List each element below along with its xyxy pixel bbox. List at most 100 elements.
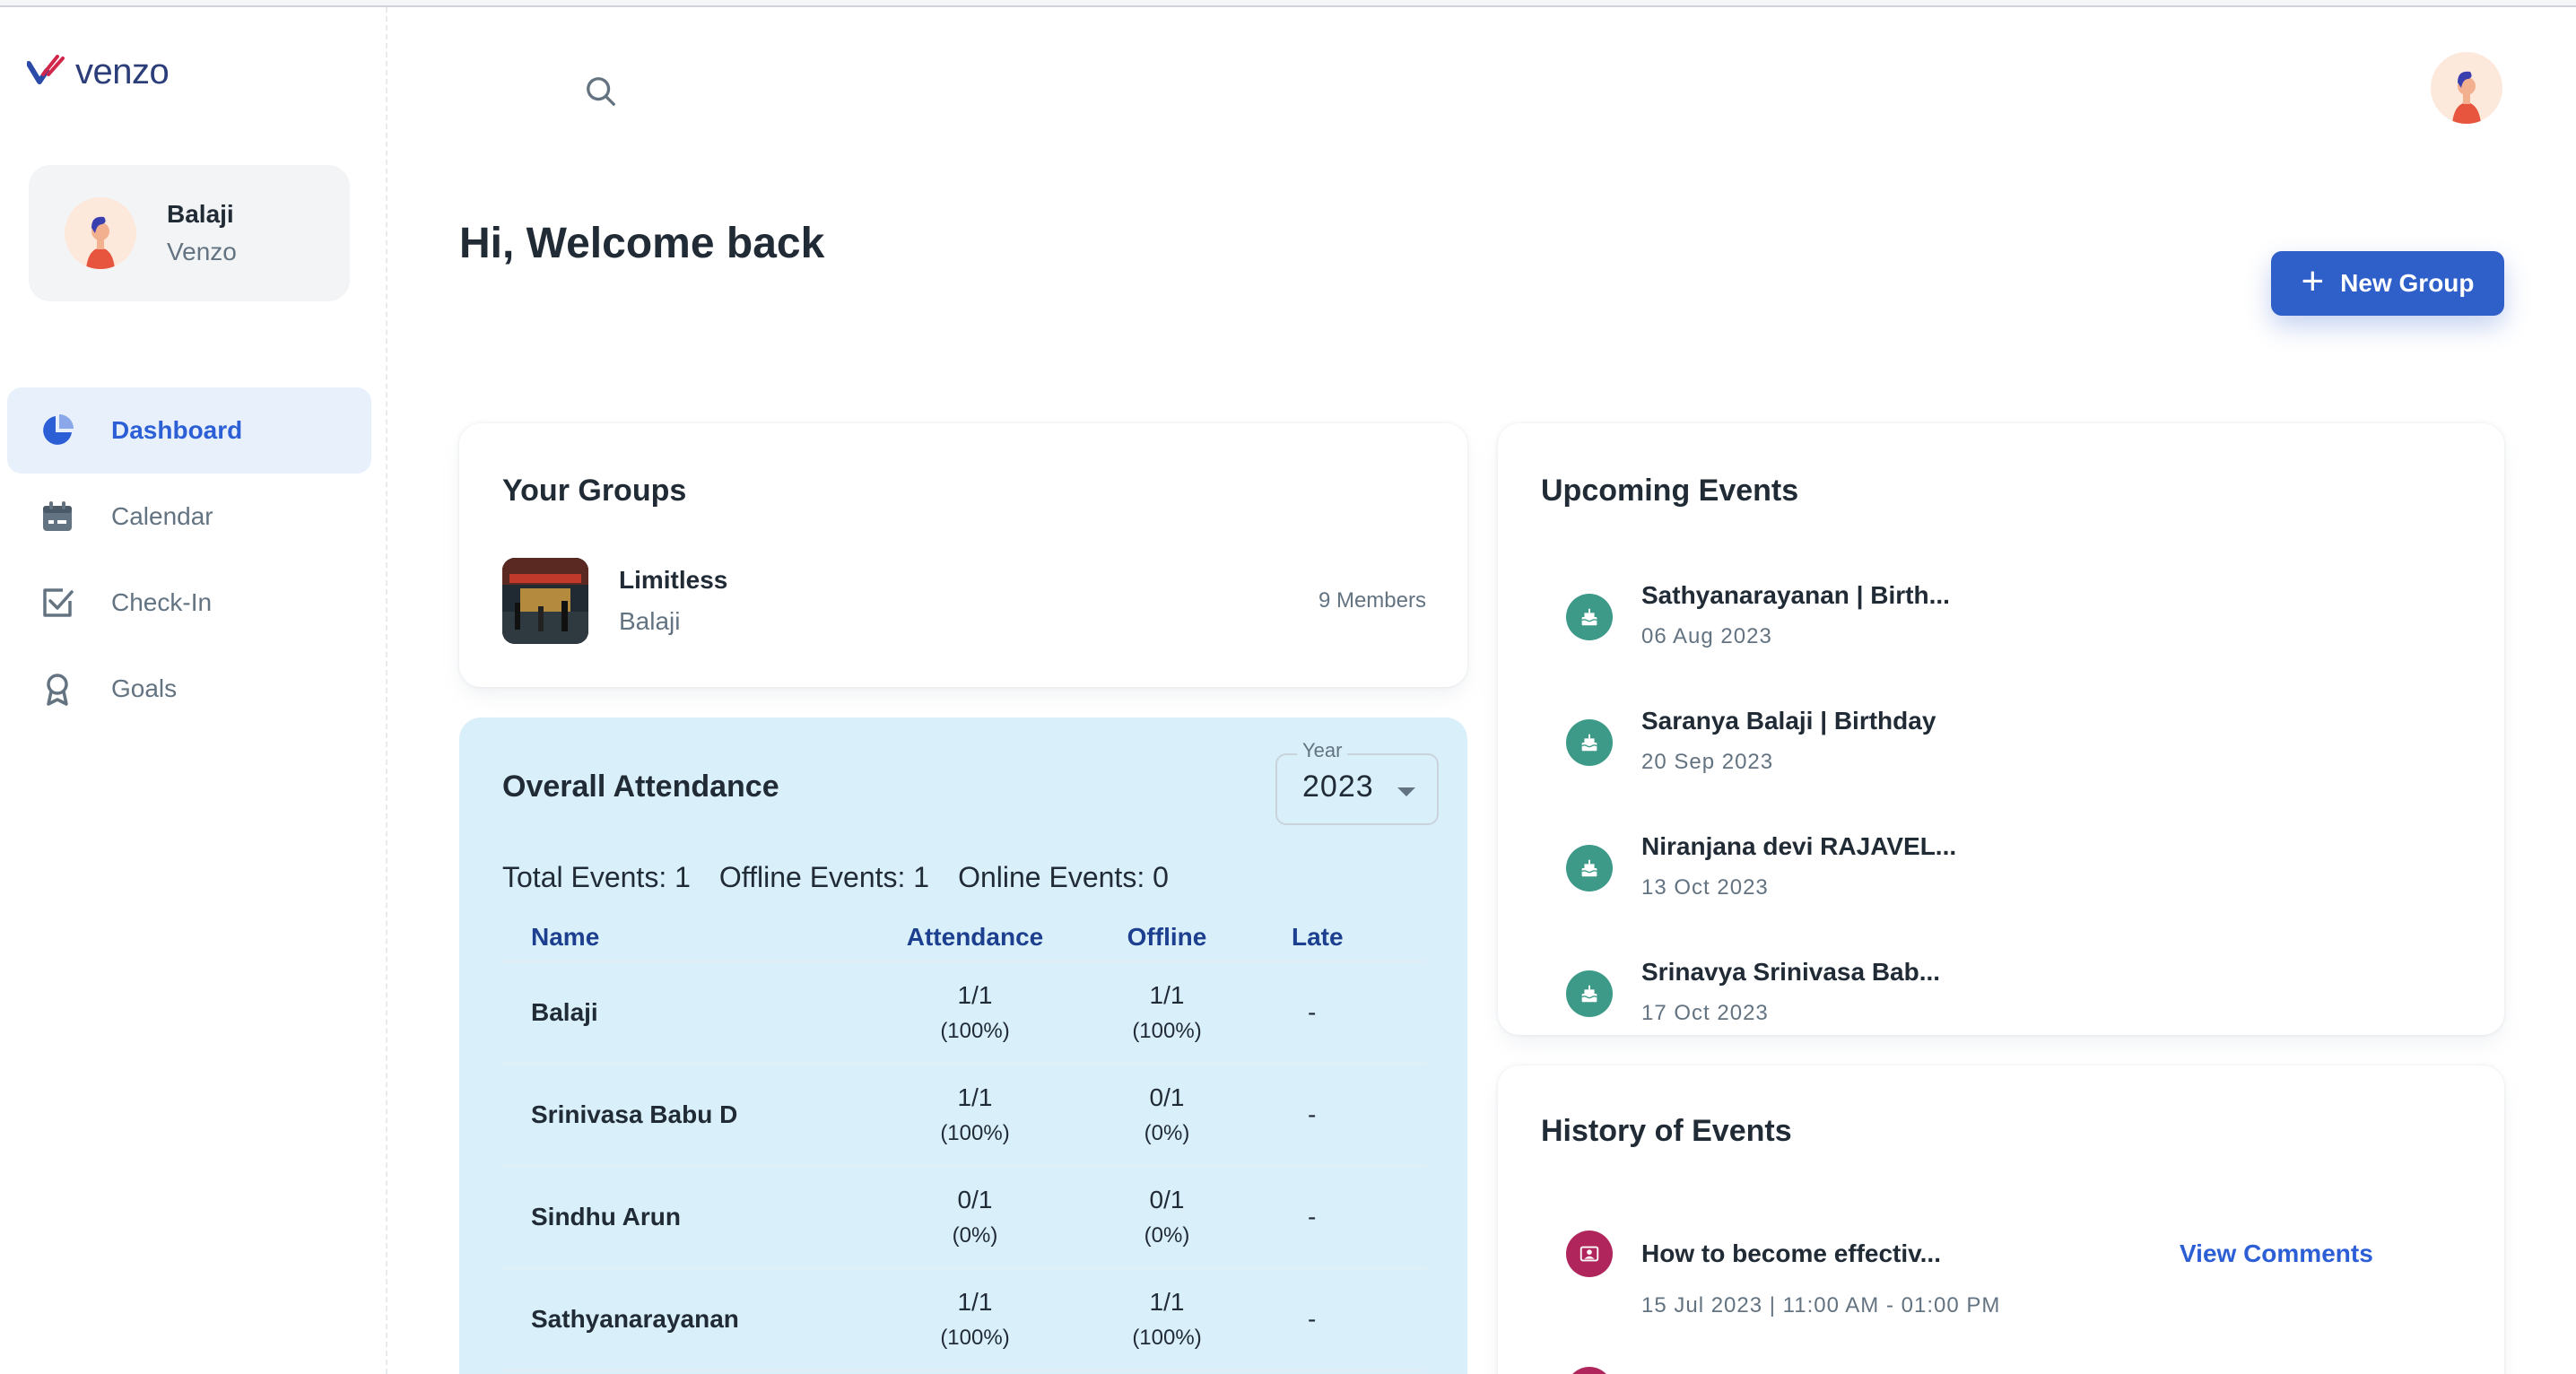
member-name: Sindhu Arun	[502, 1166, 879, 1269]
sidebar-nav: Dashboard Calendar Check-In Goals	[7, 387, 371, 732]
cake-icon	[1566, 594, 1613, 640]
top-border	[0, 0, 2576, 7]
video-meeting-icon	[1566, 1231, 1613, 1277]
late-value: -	[1263, 1064, 1426, 1167]
year-select-value: 2023	[1302, 770, 1374, 804]
overall-attendance-card: Overall Attendance Year 2023 Total Event…	[459, 717, 1467, 1374]
table-row: Balaji 1/1 (100%) 1/1 (100%) -	[502, 961, 1426, 1065]
event-title: Saranya Balaji | Birthday	[1641, 707, 1936, 735]
checkbox-icon	[39, 585, 75, 621]
your-groups-card: Your Groups Limitless Balaji 9 Members	[459, 423, 1467, 687]
event-date: 20 Sep 2023	[1641, 750, 1774, 774]
offline-value: 1/1	[1149, 1288, 1185, 1316]
member-name: Sathyanarayanan	[502, 1268, 879, 1371]
caret-down-icon	[1397, 787, 1415, 796]
group-member-count: 9 Members	[1318, 588, 1426, 613]
sidebar-item-dashboard[interactable]: Dashboard	[7, 387, 371, 474]
offline-value: 0/1	[1149, 1186, 1185, 1213]
sidebar-item-goals[interactable]: Goals	[7, 646, 371, 732]
sidebar-item-check-in[interactable]: Check-In	[7, 560, 371, 646]
group-owner: Balaji	[619, 607, 681, 635]
upcoming-events-list: Sathyanarayanan | Birth... 06 Aug 2023 S…	[1566, 581, 2463, 1035]
online-events-stat: Online Events: 0	[958, 861, 1169, 893]
event-date: 06 Aug 2023	[1641, 624, 1772, 648]
year-select[interactable]: Year 2023	[1275, 739, 1439, 825]
late-value: -	[1263, 1268, 1426, 1371]
event-title: Srinavya Srinivasa Bab...	[1641, 958, 1941, 986]
avatar	[2431, 52, 2502, 124]
attendance-stats: Total Events: 1 Offline Events: 1 Online…	[502, 861, 1169, 894]
attendance-percent: (100%)	[940, 1019, 1010, 1043]
column-header-attendance[interactable]: Attendance	[879, 913, 1071, 962]
avatar	[65, 197, 136, 269]
table-row: Srinivasa Babu D 1/1 (100%) 0/1 (0%) -	[502, 1064, 1426, 1167]
offline-percent: (100%)	[1132, 1019, 1202, 1043]
late-value: -	[1263, 1166, 1426, 1269]
offline-events-stat: Offline Events: 1	[718, 861, 930, 893]
sidebar-item-label: Check-In	[111, 588, 213, 616]
search-icon	[587, 77, 615, 106]
brand-logo[interactable]: venzo	[27, 52, 170, 92]
plus-icon: +	[2301, 259, 2325, 303]
new-group-label: New Group	[2340, 269, 2475, 297]
event-title: How to become effectiv...	[1641, 1239, 1941, 1267]
search-button[interactable]	[579, 70, 622, 113]
offline-percent: (100%)	[1132, 1326, 1202, 1350]
group-name: Limitless	[619, 566, 728, 594]
card-title: Upcoming Events	[1541, 474, 1799, 508]
account-card[interactable]: Balaji Venzo	[29, 165, 350, 301]
member-name: Balaji	[502, 961, 879, 1065]
table-row: Sindhu Arun 0/1 (0%) 0/1 (0%) -	[502, 1166, 1426, 1269]
venzo-logo-icon	[27, 54, 65, 84]
group-image	[502, 558, 588, 644]
sidebar-item-calendar[interactable]: Calendar	[7, 474, 371, 560]
event-title: Niranjana devi RAJAVEL...	[1641, 832, 1957, 860]
brand-name: venzo	[75, 52, 170, 91]
calendar-icon	[39, 499, 75, 535]
new-group-button[interactable]: + New Group	[2271, 251, 2504, 316]
view-comments-link[interactable]: View Comments	[2180, 1239, 2373, 1268]
pie-chart-icon	[39, 413, 75, 448]
attendance-percent: (100%)	[940, 1326, 1010, 1350]
list-item[interactable]: Saranya Balaji | Birthday 20 Sep 2023	[1566, 707, 2463, 832]
year-select-label: Year	[1297, 739, 1348, 762]
account-avatar-button[interactable]	[2431, 52, 2502, 124]
offline-value: 1/1	[1149, 981, 1185, 1009]
attendance-value: 0/1	[957, 1186, 993, 1213]
history-of-events-card: History of Events How to become effectiv…	[1498, 1065, 2504, 1374]
table-row: Sathyanarayanan 1/1 (100%) 1/1 (100%) -	[502, 1268, 1426, 1371]
attendance-percent: (100%)	[940, 1121, 1010, 1145]
attendance-value: 1/1	[957, 981, 993, 1009]
award-icon	[39, 671, 75, 707]
attendance-value: 1/1	[957, 1083, 993, 1111]
event-date: 13 Oct 2023	[1641, 875, 1769, 900]
offline-percent: (0%)	[1144, 1223, 1190, 1248]
attendance-value: 1/1	[957, 1288, 993, 1316]
group-row[interactable]: Limitless Balaji 9 Members	[502, 558, 1426, 644]
list-item[interactable]: Niranjana devi RAJAVEL... 13 Oct 2023	[1566, 832, 2463, 958]
list-item[interactable]: Sathyanarayanan | Birth... 06 Aug 2023	[1566, 581, 2463, 707]
sidebar-item-label: Goals	[111, 674, 178, 702]
column-header-name[interactable]: Name	[502, 913, 879, 962]
event-date: 15 Jul 2023 | 11:00 AM - 01:00 PM	[1641, 1293, 2001, 1317]
card-title: Overall Attendance	[502, 770, 779, 804]
page-title: Hi, Welcome back	[459, 220, 825, 267]
offline-percent: (0%)	[1144, 1121, 1190, 1145]
event-date: 17 Oct 2023	[1641, 1001, 1769, 1025]
column-header-late[interactable]: Late	[1263, 913, 1426, 962]
list-item[interactable]: Srinavya Srinivasa Bab... 17 Oct 2023	[1566, 958, 2463, 1035]
column-header-offline[interactable]: Offline	[1071, 913, 1263, 962]
account-name: Balaji	[167, 200, 234, 228]
account-org: Venzo	[167, 238, 237, 265]
sidebar-item-label: Dashboard	[111, 416, 243, 444]
cake-icon	[1566, 719, 1613, 766]
sidebar: venzo Balaji Venzo Dashboard Calendar Ch…	[0, 7, 387, 1374]
cake-icon	[1566, 970, 1613, 1017]
late-value: -	[1263, 961, 1426, 1065]
total-events-stat: Total Events: 1	[502, 861, 691, 893]
attendance-table: Name Attendance Offline Late Balaji 1/1 (…	[502, 913, 1426, 1371]
sidebar-item-label: Calendar	[111, 502, 213, 530]
video-meeting-icon	[1566, 1367, 1613, 1374]
upcoming-events-card: Upcoming Events Sathyanarayanan | Birth.…	[1498, 423, 2504, 1035]
member-name: Srinivasa Babu D	[502, 1064, 879, 1167]
